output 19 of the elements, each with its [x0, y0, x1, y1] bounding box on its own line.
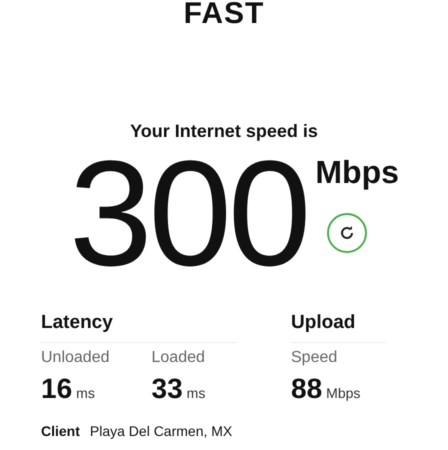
refresh-button[interactable]	[327, 213, 368, 253]
section-title: Latency	[41, 312, 237, 343]
metric-label: Unloaded	[41, 349, 110, 367]
metric-unit: ms	[186, 385, 206, 401]
metric-value: 33	[152, 373, 183, 404]
metric-unit: Mbps	[326, 385, 360, 401]
speed-heading: Your Internet speed is	[130, 121, 318, 142]
section-title: Upload	[291, 312, 387, 343]
refresh-icon	[339, 225, 356, 241]
metric-value: 16	[41, 373, 72, 404]
metric-label: Loaded	[152, 349, 206, 367]
client-location: Playa Del Carmen, MX	[90, 423, 232, 439]
metric-unit: ms	[76, 385, 95, 401]
metric-label: Speed	[291, 349, 338, 367]
logo: FAST	[184, 0, 264, 28]
speed-unit: Mbps	[315, 154, 399, 191]
metric-value: 88	[291, 373, 322, 404]
client-label: Client	[41, 423, 80, 439]
speed-value: 300	[69, 148, 308, 278]
